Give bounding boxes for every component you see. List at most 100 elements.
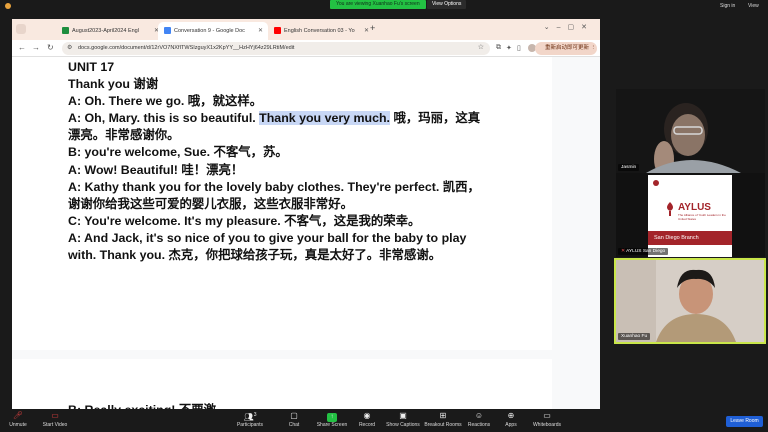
mic-muted-icon: ✕ bbox=[621, 249, 626, 254]
breakout-rooms-label: Breakout Rooms bbox=[424, 422, 462, 428]
forward-icon[interactable]: → bbox=[32, 43, 40, 52]
whiteboards-label: Whiteboards bbox=[532, 422, 562, 428]
puzzle-icon[interactable]: ✦ bbox=[506, 44, 512, 52]
tab-search-icon[interactable] bbox=[16, 24, 26, 34]
record-icon: ◉ bbox=[363, 411, 371, 420]
participant-name: Xuanhao Fu bbox=[618, 333, 651, 340]
reload-icon[interactable]: ↻ bbox=[47, 43, 54, 52]
sheets-icon bbox=[62, 27, 69, 35]
selected-text: Thank you very much. bbox=[259, 111, 390, 126]
whiteboards-button[interactable]: ▭ Whiteboards bbox=[530, 409, 564, 428]
doc-page[interactable]: UNIT 17 Thank you 谢谢 A: Oh. There we go.… bbox=[12, 57, 552, 350]
docs-icon bbox=[164, 27, 171, 35]
chat-button[interactable]: ▢ Chat bbox=[284, 409, 304, 428]
site-info-icon[interactable]: ⚙ bbox=[67, 44, 72, 51]
reactions-button[interactable]: ☺ Reactions bbox=[466, 409, 492, 428]
tab-conversation-9[interactable]: Conversation 9 - Google Doc ✕ bbox=[158, 22, 268, 40]
record-label: Record bbox=[358, 422, 376, 428]
document-area: UNIT 17 Thank you 谢谢 A: Oh. There we go.… bbox=[12, 57, 600, 411]
video-tile-jasmin[interactable]: Jasmin bbox=[616, 89, 765, 173]
extensions-icon[interactable]: ⧉ bbox=[496, 44, 501, 52]
video-tile-aylus[interactable]: AYLUS The Alliance of Youth Leaders in t… bbox=[616, 173, 765, 257]
show-captions-button[interactable]: ▣ Show Captions bbox=[385, 409, 421, 428]
chat-label: Chat bbox=[288, 422, 300, 428]
youtube-icon bbox=[274, 27, 281, 35]
video-tile-xuanhao-fu[interactable]: Xuanhao Fu bbox=[614, 258, 766, 344]
share-screen-button[interactable]: ↑ Share Screen bbox=[316, 409, 348, 428]
line-end: 哦，玛丽，这真 bbox=[390, 111, 481, 126]
browser-toolbar: ← → ↻ ⚙ docs.google.com/document/d/12rVO… bbox=[12, 40, 600, 57]
start-video-button[interactable]: ▭ Start Video bbox=[40, 409, 70, 428]
participants-icon: 👥︎3 bbox=[243, 412, 257, 422]
video-icon: ▭ bbox=[51, 411, 59, 420]
tab-label: August2023-April2024 Engl bbox=[72, 28, 139, 34]
security-shield-icon[interactable] bbox=[5, 3, 11, 9]
participants-button[interactable]: 👥︎3 Participants bbox=[234, 409, 266, 428]
close-icon[interactable]: ✕ bbox=[364, 22, 369, 40]
close-icon[interactable]: ✕ bbox=[258, 22, 263, 40]
tab-label: English Conversation 03 - Yo bbox=[284, 28, 355, 34]
aylus-branch: San Diego Branch bbox=[648, 231, 732, 245]
doc-line: with. Thank you. 杰克，你把球给孩子玩，真是太好了。非常感谢。 bbox=[68, 248, 442, 263]
share-screen-label: Share Screen bbox=[316, 422, 348, 428]
share-icon: ↑ bbox=[316, 409, 348, 422]
cc-icon: ▣ bbox=[399, 411, 407, 420]
scrollbar[interactable] bbox=[592, 57, 600, 411]
aylus-subtitle: The Alliance of Youth Leaders in the Uni… bbox=[678, 213, 726, 221]
aylus-logo-text: AYLUS bbox=[678, 202, 711, 213]
unmute-label: Unmute bbox=[9, 422, 27, 428]
apps-button[interactable]: ⊕ Apps bbox=[502, 409, 520, 428]
bookmark-star-icon[interactable]: ☆ bbox=[478, 43, 484, 51]
show-captions-label: Show Captions bbox=[386, 422, 420, 428]
whiteboard-icon: ▭ bbox=[543, 411, 551, 420]
doc-line: B: you're welcome, Sue. 不客气，苏。 bbox=[68, 145, 288, 160]
participant-video bbox=[616, 260, 764, 342]
reactions-icon: ☺ bbox=[474, 411, 484, 420]
tab-label: Conversation 9 - Google Doc bbox=[174, 28, 245, 34]
new-tab-icon[interactable]: + bbox=[370, 23, 375, 33]
chat-icon: ▢ bbox=[290, 411, 298, 420]
zoom-control-bar: 🎤︎ Unmute ▭ Start Video 👥︎3 Participants ▢ C… bbox=[0, 409, 768, 432]
participant-name: Jasmin bbox=[618, 164, 640, 171]
breakout-icon: ⊞ bbox=[439, 411, 447, 420]
address-bar[interactable]: ⚙ docs.google.com/document/d/12rVO7NXfIT… bbox=[62, 42, 490, 55]
doc-line: A: And Jack, it's so nice of you to give… bbox=[68, 230, 467, 245]
reactions-label: Reactions bbox=[467, 422, 491, 428]
breakout-rooms-button[interactable]: ⊞ Breakout Rooms bbox=[424, 409, 462, 428]
sidepanel-icon[interactable]: ▯ bbox=[517, 44, 521, 52]
sign-in-link[interactable]: Sign in bbox=[720, 3, 735, 9]
view-options-button[interactable]: View Options bbox=[427, 0, 467, 9]
aylus-logo-card: AYLUS The Alliance of Youth Leaders in t… bbox=[648, 175, 732, 257]
unit-heading: UNIT 17 bbox=[68, 60, 115, 74]
tab-english-conversation[interactable]: English Conversation 03 - Yo ✕ bbox=[268, 22, 374, 40]
restart-to-update-button[interactable]: 重新启动即可更新 ⋮ bbox=[535, 42, 597, 55]
participants-label: Participants bbox=[236, 422, 264, 428]
participant-name-text: AYLUS San Diego bbox=[626, 249, 666, 254]
doc-line: A: Kathy thank you for the lovely baby c… bbox=[68, 179, 480, 194]
unmute-button[interactable]: 🎤︎ Unmute bbox=[6, 409, 30, 428]
doc-line: A: Wow! Beautiful! 哇！漂亮！ bbox=[68, 162, 244, 177]
tab-strip: August2023-April2024 Engl ✕ Conversation… bbox=[12, 19, 600, 40]
doc-line: A: Oh, Mary. this is so beautiful. Thank… bbox=[68, 110, 548, 127]
apps-icon: ⊕ bbox=[507, 411, 515, 420]
document-text[interactable]: UNIT 17 Thank you 谢谢 A: Oh. There we go.… bbox=[68, 59, 548, 264]
aylus-corner-icon bbox=[653, 180, 659, 186]
view-button[interactable]: View bbox=[748, 3, 759, 9]
apps-label: Apps bbox=[505, 422, 517, 428]
torch-icon bbox=[667, 202, 673, 216]
participant-name: ✕ AYLUS San Diego bbox=[618, 248, 669, 255]
doc-line: Thank you 谢谢 bbox=[68, 77, 159, 92]
zoom-top-bar: You are viewing Xuanhao Fu's screen View… bbox=[0, 0, 768, 14]
start-video-label: Start Video bbox=[42, 422, 68, 428]
line-start: A: Oh, Mary. this is so beautiful. bbox=[68, 111, 260, 126]
record-button[interactable]: ◉ Record bbox=[356, 409, 378, 428]
url-text: docs.google.com/document/d/12rVO7NXfITWS… bbox=[78, 45, 295, 51]
back-icon[interactable]: ← bbox=[18, 43, 26, 52]
window-controls[interactable]: ⌄–▢✕ bbox=[544, 23, 594, 31]
mic-icon: 🎤︎ bbox=[12, 411, 24, 420]
tab-august-2023[interactable]: August2023-April2024 Engl ✕ bbox=[56, 22, 164, 40]
doc-page[interactable]: B: Really exciting! 不要激 bbox=[12, 359, 552, 411]
leave-room-button[interactable]: Leave Room bbox=[726, 416, 763, 427]
participant-count: 3 bbox=[253, 412, 257, 418]
browser-window: August2023-April2024 Engl ✕ Conversation… bbox=[12, 19, 600, 411]
